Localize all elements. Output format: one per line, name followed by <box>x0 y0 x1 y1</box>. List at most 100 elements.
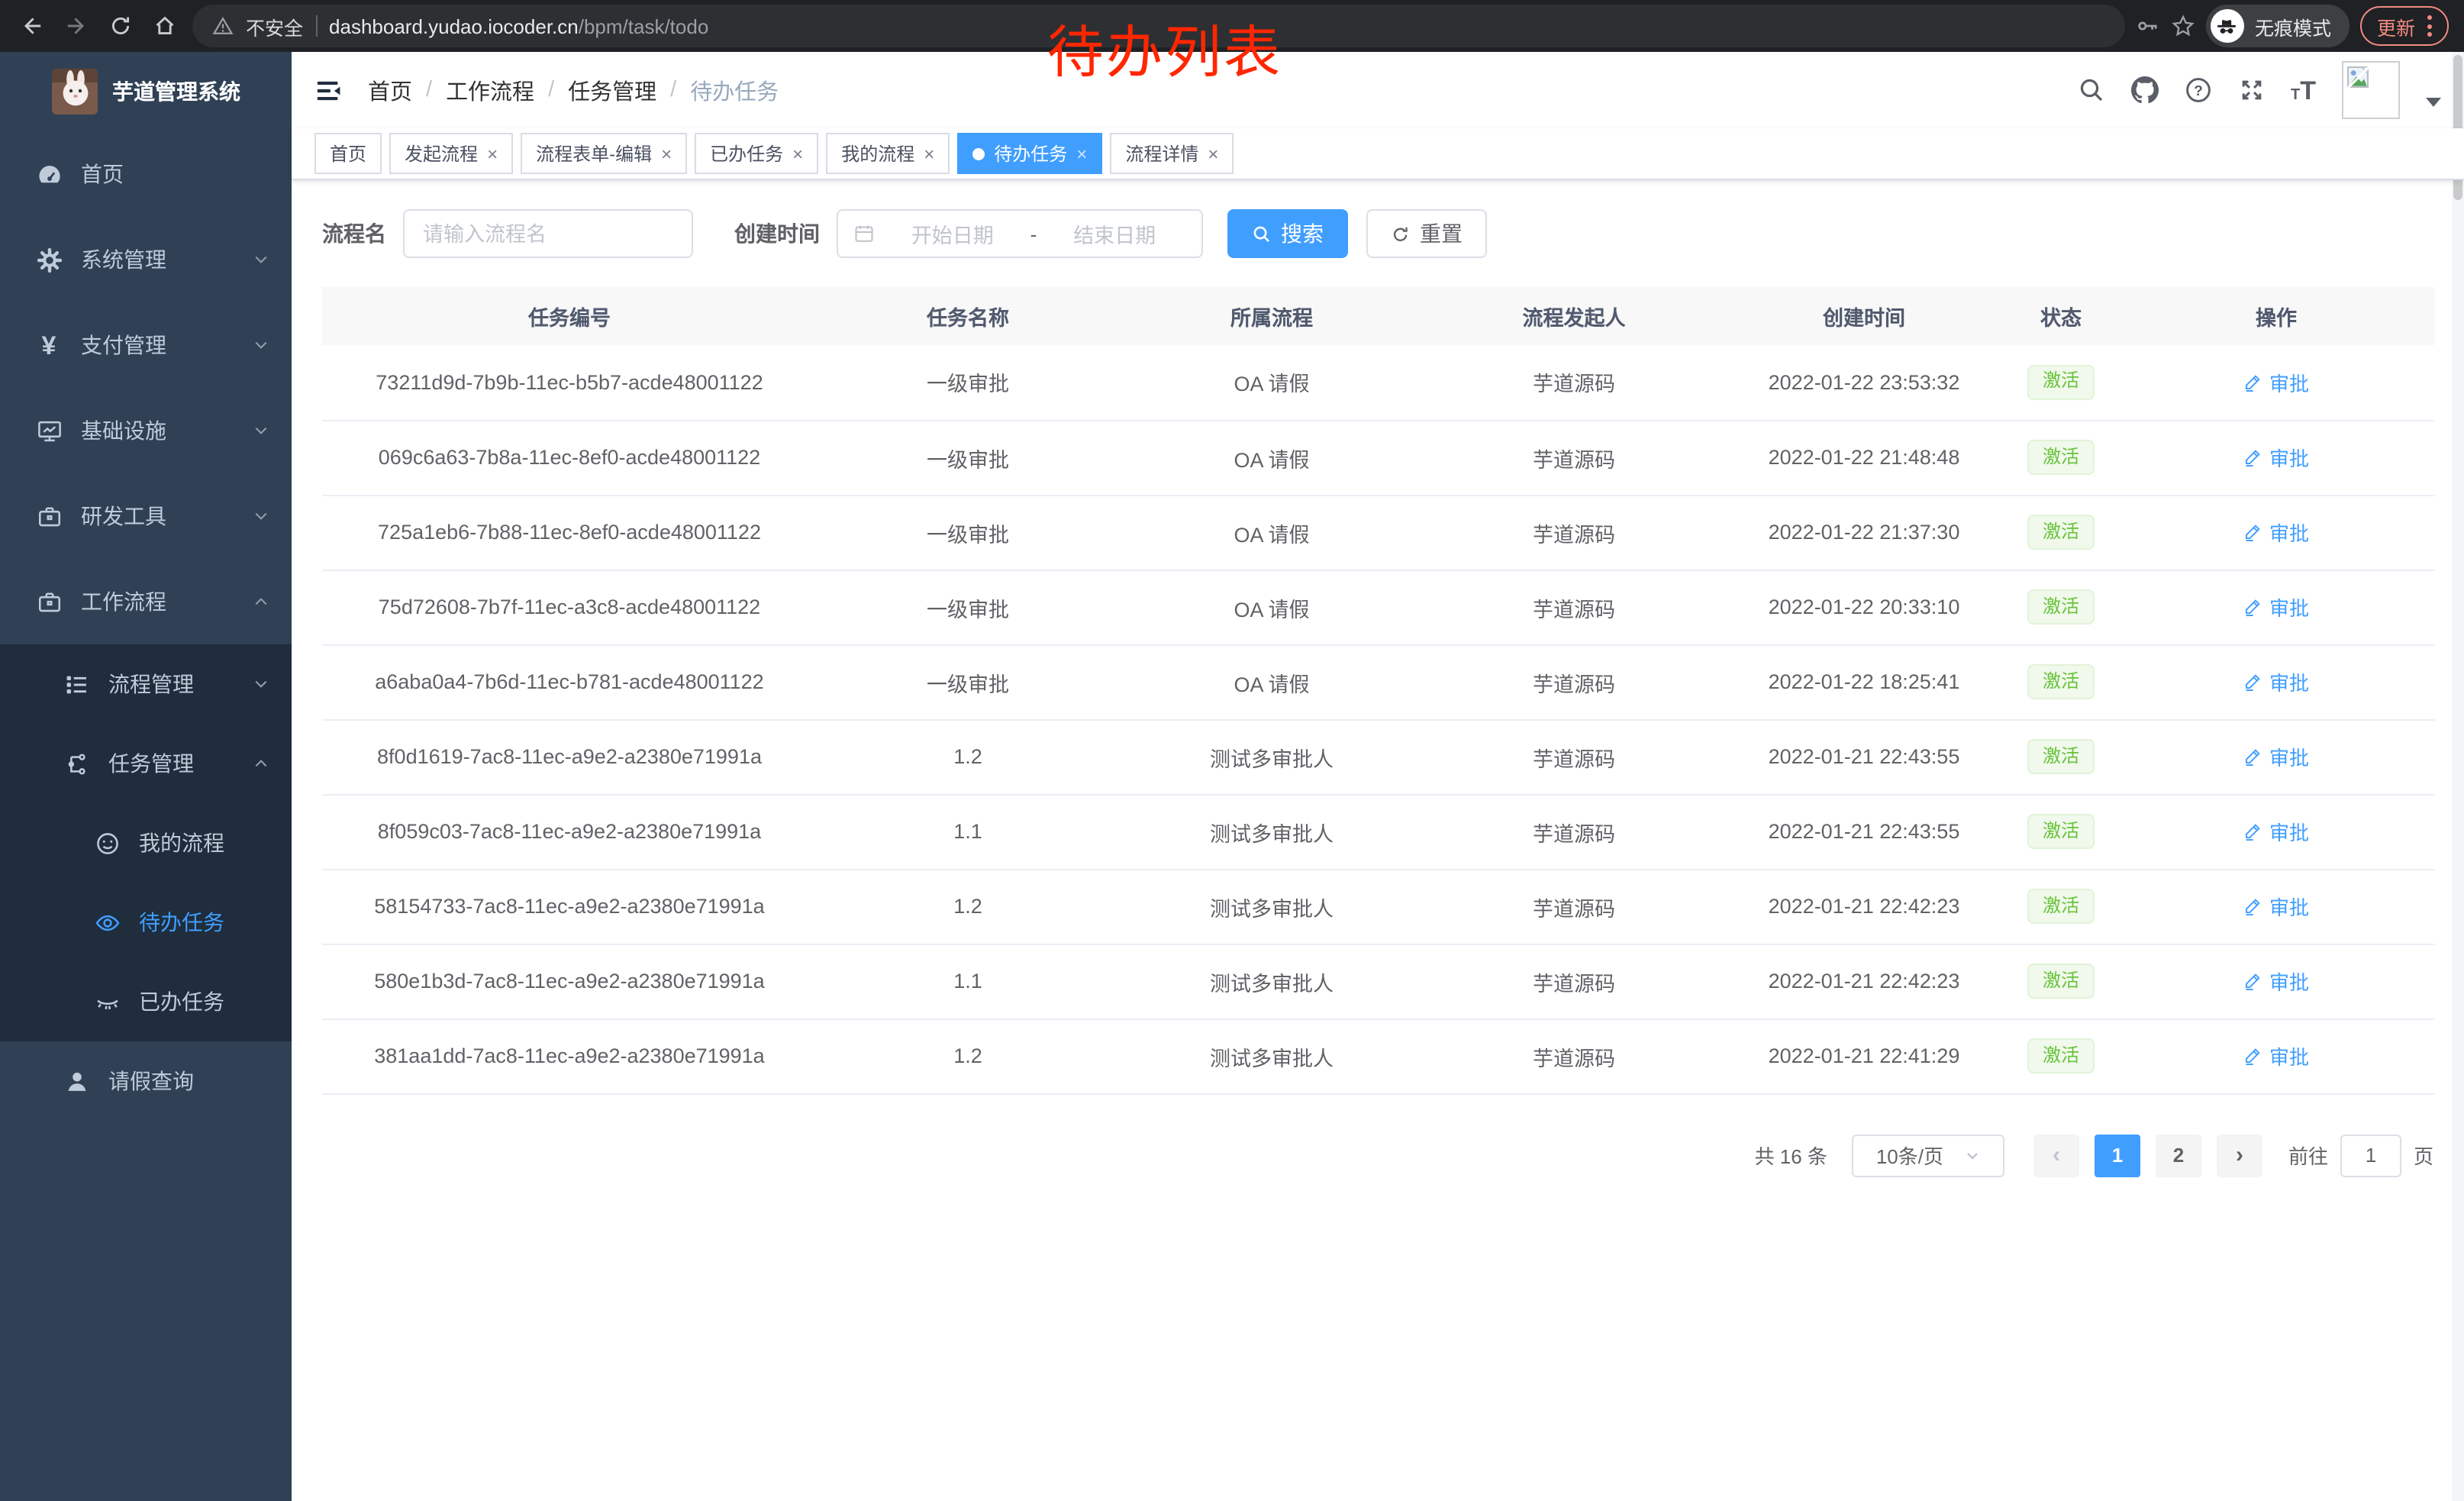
page-button-2[interactable]: 2 <box>2156 1134 2201 1177</box>
sidebar-item-11[interactable]: 请假查询 <box>0 1041 292 1121</box>
cell-created: 2022-01-22 21:48:48 <box>1724 420 2004 495</box>
tab-0[interactable]: 首页 <box>314 133 382 174</box>
key-icon[interactable] <box>2136 14 2160 38</box>
sidebar-item-label: 我的流程 <box>139 828 224 858</box>
search-icon[interactable] <box>2077 76 2104 104</box>
search-button[interactable]: 搜索 <box>1227 209 1348 258</box>
approve-button[interactable]: 审批 <box>2243 817 2309 846</box>
sidebar-item-7[interactable]: 任务管理 <box>0 724 292 803</box>
font-size-icon[interactable]: TT <box>2291 77 2316 103</box>
forward-icon[interactable] <box>60 9 93 43</box>
app-header: 首页/工作流程/任务管理/待办任务 ? TT <box>292 52 2464 128</box>
approve-button[interactable]: 审批 <box>2243 667 2309 696</box>
status-badge: 激活 <box>2027 440 2095 474</box>
breadcrumb-separator: / <box>426 78 432 102</box>
breadcrumb-item-0[interactable]: 首页 <box>368 74 412 106</box>
range-separator: - <box>1030 222 1037 245</box>
workflow-icon <box>34 589 64 615</box>
page-scrollbar[interactable] <box>2452 52 2464 1501</box>
close-icon[interactable]: × <box>1208 144 1218 163</box>
status-badge: 激活 <box>2027 515 2095 549</box>
approve-button[interactable]: 审批 <box>2243 368 2309 397</box>
reset-button-label: 重置 <box>1420 218 1463 249</box>
sidebar-item-0[interactable]: 首页 <box>0 131 292 217</box>
avatar-caret-icon[interactable] <box>2426 98 2441 107</box>
cell-process: OA 请假 <box>1119 570 1424 644</box>
bookmark-star-icon[interactable] <box>2171 14 2195 38</box>
cell-process: OA 请假 <box>1119 644 1424 719</box>
cell-task-name: 1.1 <box>817 944 1119 1018</box>
home-icon[interactable] <box>148 9 182 43</box>
sidebar-item-3[interactable]: 基础设施 <box>0 388 292 473</box>
close-icon[interactable]: × <box>1076 144 1087 163</box>
sidebar-item-5[interactable]: 工作流程 <box>0 559 292 644</box>
sidebar-item-10[interactable]: 已办任务 <box>0 962 292 1041</box>
sidebar-item-6[interactable]: 流程管理 <box>0 644 292 724</box>
app-title: 芋道管理系统 <box>112 76 240 107</box>
screen: 不安全 dashboard.yudao.iocoder.cn/bpm/task/… <box>0 0 2464 1501</box>
cell-task-name: 一级审批 <box>817 570 1119 644</box>
sidebar-item-2[interactable]: ¥支付管理 <box>0 302 292 388</box>
create-time-label: 创建时间 <box>734 218 820 249</box>
close-icon[interactable]: × <box>487 144 498 163</box>
close-icon[interactable]: × <box>661 144 672 163</box>
approve-button[interactable]: 审批 <box>2243 592 2309 621</box>
approve-label: 审批 <box>2269 368 2309 397</box>
prev-page-button[interactable]: ‹ <box>2033 1134 2079 1177</box>
sidebar-item-label: 首页 <box>81 159 124 189</box>
table-row-6: 8f059c03-7ac8-11ec-a9e2-a2380e71991a1.1测… <box>322 794 2435 869</box>
page-size-select[interactable]: 10条/页 <box>1852 1134 2004 1177</box>
tab-2[interactable]: 流程表单-编辑× <box>521 133 687 174</box>
cell-process: OA 请假 <box>1119 495 1424 570</box>
breadcrumb-item-3: 待办任务 <box>690 74 779 106</box>
reload-icon[interactable] <box>104 9 137 43</box>
update-button[interactable]: 更新 <box>2360 6 2449 46</box>
sidebar-item-label: 支付管理 <box>81 330 166 360</box>
page-size-value: 10条/页 <box>1876 1141 1943 1170</box>
goto-page-input[interactable] <box>2340 1134 2401 1177</box>
approve-button[interactable]: 审批 <box>2243 892 2309 921</box>
next-page-button[interactable]: › <box>2217 1134 2262 1177</box>
process-name-input[interactable] <box>403 209 693 258</box>
tab-5[interactable]: 待办任务× <box>957 133 1102 174</box>
breadcrumb-item-1[interactable]: 工作流程 <box>446 74 534 106</box>
table-row-5: 8f0d1619-7ac8-11ec-a9e2-a2380e71991a1.2测… <box>322 719 2435 794</box>
infra-icon <box>34 418 64 444</box>
tab-1[interactable]: 发起流程× <box>389 133 513 174</box>
pagination: 共 16 条 10条/页 ‹ 12 › 前往 页 <box>322 1134 2433 1177</box>
approve-button[interactable]: 审批 <box>2243 967 2309 996</box>
edit-icon <box>2243 373 2263 392</box>
help-icon[interactable]: ? <box>2184 76 2211 104</box>
close-icon[interactable]: × <box>924 144 934 163</box>
page-button-1[interactable]: 1 <box>2095 1134 2140 1177</box>
fullscreen-icon[interactable] <box>2237 76 2265 104</box>
back-icon[interactable] <box>15 9 49 43</box>
cell-starter: 芋道源码 <box>1424 944 1724 1018</box>
sidebar-item-4[interactable]: 研发工具 <box>0 473 292 559</box>
cell-starter: 芋道源码 <box>1424 1018 1724 1093</box>
reset-button[interactable]: 重置 <box>1366 209 1487 258</box>
table-row-9: 381aa1dd-7ac8-11ec-a9e2-a2380e71991a1.2测… <box>322 1018 2435 1093</box>
tab-3[interactable]: 已办任务× <box>695 133 818 174</box>
sidebar-logo[interactable]: 芋道管理系统 <box>0 52 292 131</box>
cell-process: OA 请假 <box>1119 345 1424 420</box>
browser-menu-dots-icon[interactable] <box>2427 15 2432 37</box>
sidebar-item-9[interactable]: 待办任务 <box>0 883 292 962</box>
sidebar-item-1[interactable]: 系统管理 <box>0 217 292 302</box>
tab-4[interactable]: 我的流程 × <box>826 133 950 174</box>
avatar[interactable] <box>2342 61 2400 119</box>
approve-button[interactable]: 审批 <box>2243 1041 2309 1070</box>
approve-button[interactable]: 审批 <box>2243 742 2309 771</box>
approve-button[interactable]: 审批 <box>2243 443 2309 472</box>
close-icon[interactable]: × <box>792 144 803 163</box>
date-range-input[interactable]: 开始日期 - 结束日期 <box>837 209 1203 258</box>
tab-label: 我的流程 <box>841 140 914 166</box>
tab-6[interactable]: 流程详情× <box>1110 133 1234 174</box>
svg-text:?: ? <box>2193 83 2202 99</box>
breadcrumb-item-2[interactable]: 任务管理 <box>568 74 656 106</box>
sidebar-item-8[interactable]: 我的流程 <box>0 803 292 883</box>
edit-icon <box>2243 896 2263 916</box>
sidebar-collapse-icon[interactable] <box>314 76 343 105</box>
github-icon[interactable] <box>2130 76 2158 104</box>
approve-button[interactable]: 审批 <box>2243 518 2309 547</box>
